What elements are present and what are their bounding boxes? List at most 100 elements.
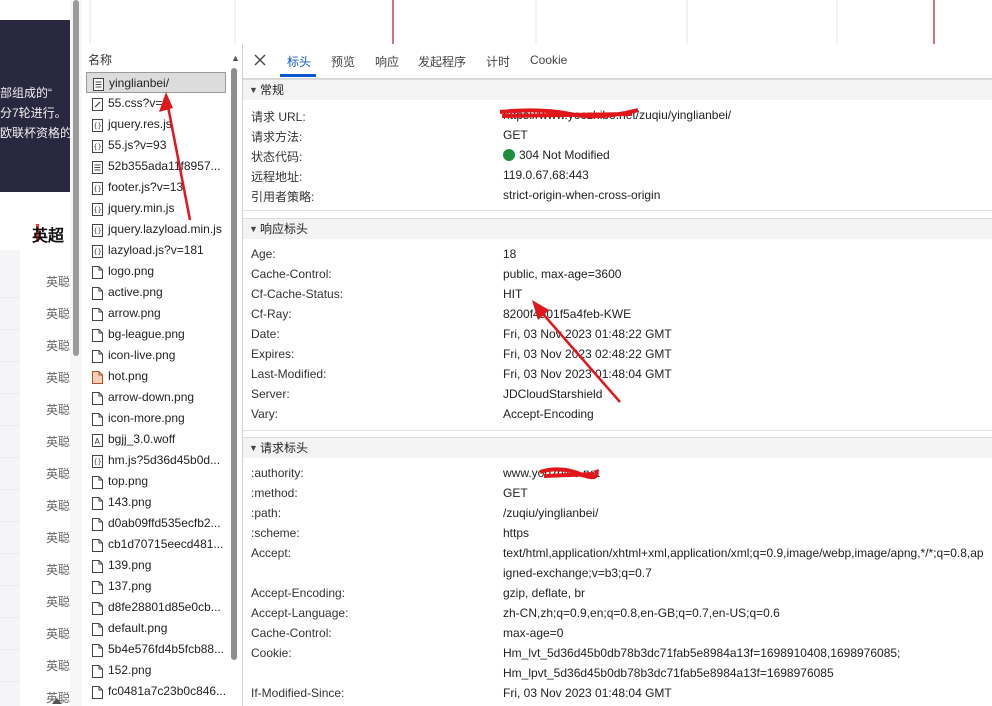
request-row[interactable]: 52b355ada11f8957... bbox=[86, 156, 226, 177]
header-key: If-Modified-Since: bbox=[251, 686, 345, 700]
tab-response[interactable]: 响应 bbox=[375, 53, 399, 70]
request-name: icon-more.png bbox=[108, 411, 185, 425]
image-file-icon bbox=[92, 328, 103, 342]
list-divider bbox=[0, 585, 20, 586]
request-row[interactable]: top.png bbox=[86, 471, 226, 492]
request-row[interactable]: Abgjj_3.0.woff bbox=[86, 429, 226, 450]
request-row[interactable]: 55.css?v=5 bbox=[86, 93, 226, 114]
article-text-line: 欧联杯资格的 bbox=[0, 126, 73, 140]
list-divider bbox=[0, 489, 20, 490]
league-list-item[interactable]: 英聪 bbox=[46, 433, 70, 450]
header-key: Accept-Language: bbox=[251, 606, 349, 620]
document-icon bbox=[93, 77, 104, 91]
image-file-icon bbox=[92, 559, 103, 573]
league-list-item[interactable]: 英聪 bbox=[46, 305, 70, 322]
list-divider bbox=[0, 521, 20, 522]
header-value: JDCloudStarshield bbox=[503, 387, 603, 401]
league-list-item[interactable]: 英聪 bbox=[46, 369, 70, 386]
request-row[interactable]: d8fe28801d85e0cb... bbox=[86, 597, 226, 618]
header-key: Cache-Control: bbox=[251, 267, 332, 281]
script-icon: {} bbox=[92, 244, 103, 258]
request-row[interactable]: {} lazyload.js?v=181 bbox=[86, 240, 226, 261]
request-row[interactable]: arrow.png bbox=[86, 303, 226, 324]
league-list-item[interactable]: 英聪 bbox=[46, 401, 70, 418]
request-row[interactable]: d0ab09ffd535ecfb2... bbox=[86, 513, 226, 534]
request-row[interactable]: 5b4e576fd4b5fcb88... bbox=[86, 639, 226, 660]
header-key: :scheme: bbox=[251, 526, 300, 540]
league-list-item[interactable]: 英聪 bbox=[46, 625, 70, 642]
page-sidebar-column bbox=[0, 250, 20, 706]
status-code-text: 304 Not Modified bbox=[519, 148, 610, 162]
header-value: strict-origin-when-cross-origin bbox=[503, 188, 661, 202]
header-value: max-age=0 bbox=[503, 626, 564, 640]
request-row[interactable]: active.png bbox=[86, 282, 226, 303]
sort-ascending-icon[interactable]: ▲ bbox=[231, 53, 240, 63]
request-row[interactable]: yinglianbei/ bbox=[86, 72, 226, 93]
collapse-triangle-icon[interactable]: ▼ bbox=[249, 438, 258, 458]
request-row[interactable]: 152.png bbox=[86, 660, 226, 681]
section-general[interactable]: ▼ 常规 bbox=[243, 79, 992, 100]
name-column-header[interactable]: 名称 bbox=[88, 51, 112, 68]
header-key: Last-Modified: bbox=[251, 367, 327, 381]
request-row[interactable]: icon-live.png bbox=[86, 345, 226, 366]
image-file-icon bbox=[92, 685, 103, 699]
image-file-icon bbox=[92, 349, 103, 363]
request-name: arrow.png bbox=[108, 306, 161, 320]
request-row[interactable]: {} hm.js?5d36d45b0d... bbox=[86, 450, 226, 471]
image-file-icon bbox=[92, 475, 103, 489]
request-row[interactable]: hot.png bbox=[86, 366, 226, 387]
waterfall-timeline bbox=[82, 0, 992, 45]
league-list-item[interactable]: 英聪 bbox=[46, 561, 70, 578]
request-row[interactable]: bg-league.png bbox=[86, 324, 226, 345]
list-divider bbox=[0, 457, 20, 458]
request-row[interactable]: 137.png bbox=[86, 576, 226, 597]
header-value: 8200f4a01f5a4feb-KWE bbox=[503, 307, 632, 321]
request-row[interactable]: {} 55.js?v=93 bbox=[86, 135, 226, 156]
script-icon: {} bbox=[92, 454, 103, 468]
request-row[interactable]: 139.png bbox=[86, 555, 226, 576]
request-name: jquery.min.js bbox=[108, 201, 175, 215]
header-value: HIT bbox=[503, 287, 523, 301]
request-row[interactable]: {} footer.js?v=13 bbox=[86, 177, 226, 198]
request-row[interactable]: default.png bbox=[86, 618, 226, 639]
tab-cookies[interactable]: Cookie bbox=[530, 53, 567, 67]
collapse-triangle-icon[interactable]: ▼ bbox=[249, 219, 258, 239]
request-row[interactable]: {} jquery.res.js bbox=[86, 114, 226, 135]
league-list-item[interactable]: 英聪 bbox=[46, 529, 70, 546]
list-divider bbox=[0, 425, 20, 426]
close-icon[interactable] bbox=[252, 52, 268, 68]
league-list-item[interactable]: 英聪 bbox=[46, 497, 70, 514]
collapse-triangle-icon[interactable]: ▼ bbox=[249, 80, 258, 100]
league-list-item[interactable]: 英聪 bbox=[46, 465, 70, 482]
section-response-headers[interactable]: ▼ 响应标头 bbox=[243, 218, 992, 239]
section-title: 请求标头 bbox=[260, 441, 309, 455]
header-key: Cf-Ray: bbox=[251, 307, 292, 321]
league-list-item[interactable]: 英聪 bbox=[46, 337, 70, 354]
request-row[interactable]: logo.png bbox=[86, 261, 226, 282]
tab-initiator[interactable]: 发起程序 bbox=[418, 53, 466, 70]
request-row[interactable]: arrow-down.png bbox=[86, 387, 226, 408]
section-request-headers[interactable]: ▼ 请求标头 bbox=[243, 437, 992, 458]
league-list-item[interactable]: 英聪 bbox=[46, 593, 70, 610]
request-row[interactable]: fc0481a7c23b0c846... bbox=[86, 681, 226, 702]
tab-preview[interactable]: 预览 bbox=[331, 53, 355, 70]
request-name: yinglianbei/ bbox=[109, 76, 170, 90]
header-value: igned-exchange;v=b3;q=0.7 bbox=[503, 566, 652, 580]
header-value: public, max-age=3600 bbox=[503, 267, 622, 281]
request-row[interactable]: {} jquery.min.js bbox=[86, 198, 226, 219]
request-list-scrollbar-thumb[interactable] bbox=[231, 68, 237, 660]
request-row[interactable]: {} jquery.lazyload.min.js bbox=[86, 219, 226, 240]
request-row[interactable]: 143.png bbox=[86, 492, 226, 513]
request-row[interactable]: icon-more.png bbox=[86, 408, 226, 429]
league-list-item[interactable]: 英聪 bbox=[46, 657, 70, 674]
league-list-item[interactable]: 英聪 bbox=[46, 273, 70, 290]
tab-headers[interactable]: 标头 bbox=[287, 53, 311, 70]
header-value: 304 Not Modified bbox=[503, 148, 610, 162]
page-scrollbar-thumb[interactable] bbox=[73, 0, 79, 356]
request-row[interactable]: cb1d70715eecd481... bbox=[86, 534, 226, 555]
scroll-up-arrow-icon[interactable] bbox=[50, 693, 64, 706]
tab-timing[interactable]: 计时 bbox=[486, 53, 510, 70]
status-ok-icon bbox=[503, 149, 515, 161]
header-key: Accept: bbox=[251, 546, 292, 560]
list-divider bbox=[0, 617, 20, 618]
